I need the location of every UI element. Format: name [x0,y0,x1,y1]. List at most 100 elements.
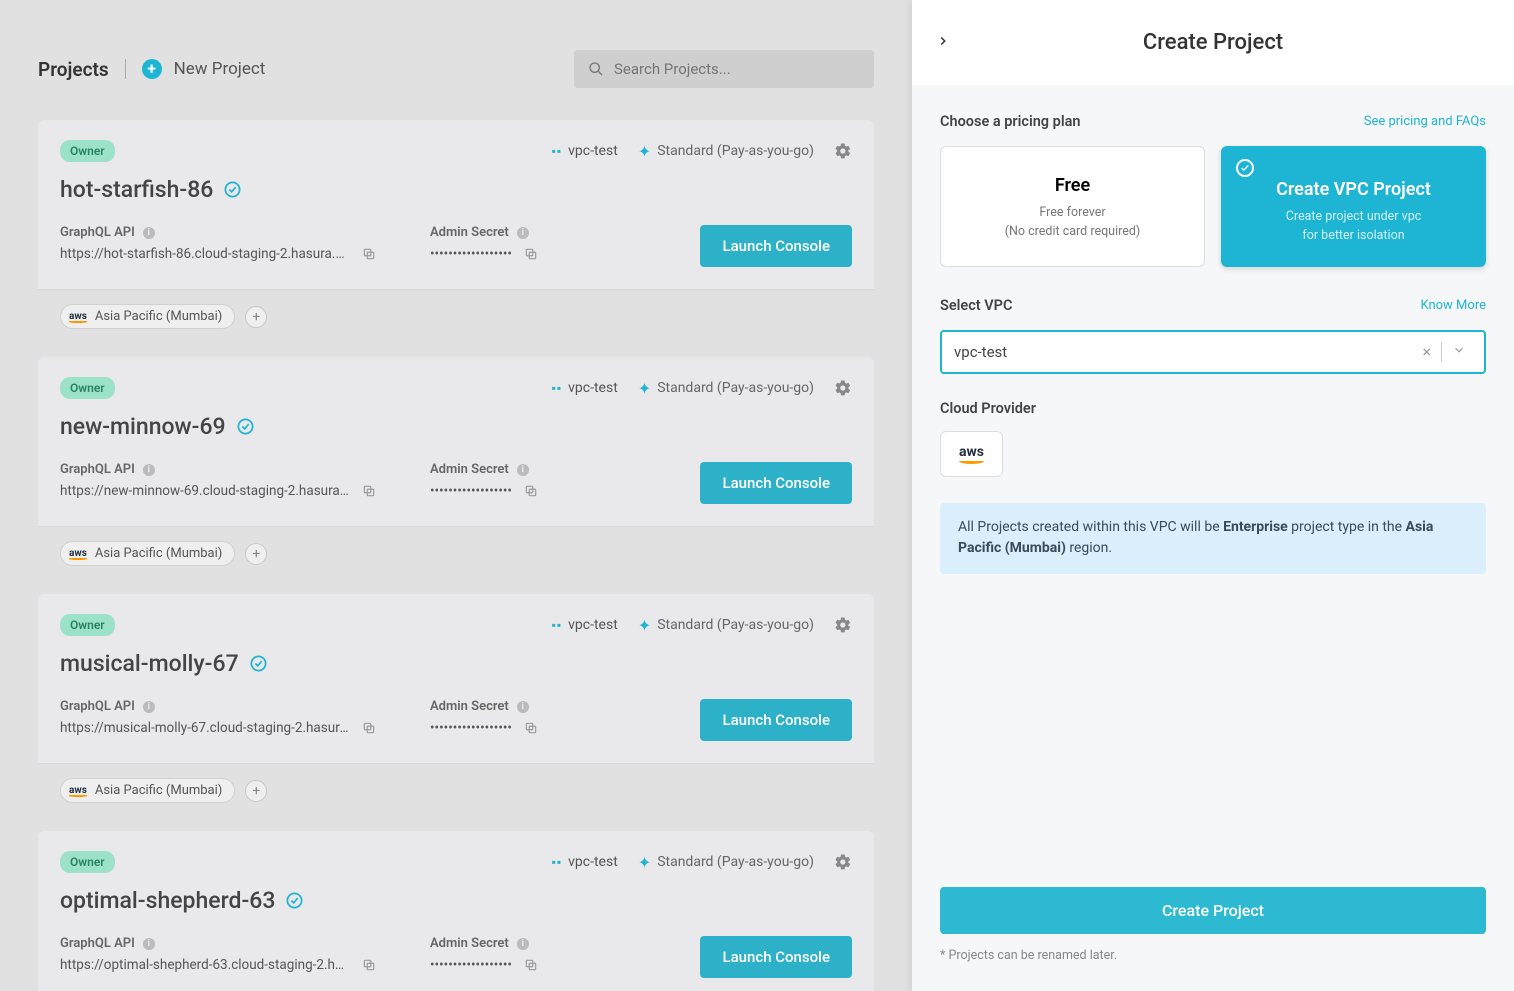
sparkle-icon: ✦ [638,142,651,161]
info-icon[interactable]: i [517,938,529,950]
add-region-button[interactable]: + [245,306,267,328]
project-card: Owner ▪▪vpc-test ✦Standard (Pay-as-you-g… [38,120,874,343]
copy-icon[interactable] [362,484,376,498]
launch-console-button[interactable]: Launch Console [700,225,852,267]
check-circle-icon [236,417,255,436]
secret-mask: •••••••••••••••••• [430,246,512,262]
vpc-section-row: Select VPC Know More [940,297,1486,314]
region-chip[interactable]: awsAsia Pacific (Mumbai) [60,778,235,803]
api-label: GraphQL APIi [60,225,400,240]
launch-console-button[interactable]: Launch Console [700,936,852,978]
search-input[interactable] [614,60,860,78]
back-button[interactable] [936,33,950,52]
plan-vpc-title: Create VPC Project [1234,179,1473,200]
info-icon[interactable]: i [143,938,155,950]
api-label: GraphQL APIi [60,936,400,951]
info-icon[interactable]: i [517,227,529,239]
info-icon[interactable]: i [517,701,529,713]
page-title: Projects [38,58,109,81]
plan-vpc[interactable]: Create VPC Project Create project under … [1221,146,1486,267]
add-region-button[interactable]: + [245,543,267,565]
launch-console-button[interactable]: Launch Console [700,462,852,504]
plan-tag: ✦Standard (Pay-as-you-go) [638,853,814,872]
owner-badge: Owner [60,377,115,399]
secret-mask: •••••••••••••••••• [430,483,512,499]
check-circle-icon [223,180,242,199]
gear-icon[interactable] [834,616,852,634]
owner-badge: Owner [60,614,115,636]
gear-icon[interactable] [834,142,852,160]
vpc-tag[interactable]: ▪▪vpc-test [552,617,618,633]
copy-icon[interactable] [524,721,538,735]
project-card: Owner ▪▪vpc-test ✦Standard (Pay-as-you-g… [38,831,874,991]
region-chip[interactable]: awsAsia Pacific (Mumbai) [60,304,235,329]
aws-icon: aws [69,311,87,323]
plan-tag: ✦Standard (Pay-as-you-go) [638,379,814,398]
aws-icon: aws [69,548,87,560]
divider [125,59,126,79]
provider-aws[interactable]: aws [940,431,1003,477]
owner-badge: Owner [60,851,115,873]
panel-body: Choose a pricing plan See pricing and FA… [912,85,1514,867]
project-name[interactable]: musical-molly-67 [60,650,239,677]
plan-free-sub1: Free forever [953,204,1192,223]
secret-mask: •••••••••••••••••• [430,957,512,973]
project-name[interactable]: new-minnow-69 [60,413,226,440]
info-icon[interactable]: i [143,464,155,476]
plus-icon: + [142,59,162,79]
plan-free[interactable]: Free Free forever (No credit card requir… [940,146,1205,267]
network-icon: ▪▪ [552,381,563,395]
gear-icon[interactable] [834,853,852,871]
sparkle-icon: ✦ [638,379,651,398]
info-icon[interactable]: i [517,464,529,476]
copy-icon[interactable] [524,247,538,261]
new-project-label: New Project [174,59,266,79]
vpc-tag[interactable]: ▪▪vpc-test [552,380,618,396]
owner-badge: Owner [60,140,115,162]
region-chip[interactable]: awsAsia Pacific (Mumbai) [60,541,235,566]
copy-icon[interactable] [362,247,376,261]
project-name[interactable]: optimal-shepherd-63 [60,887,275,914]
footer-note: * Projects can be renamed later. [940,948,1486,963]
panel-header: Create Project [912,0,1514,85]
copy-icon[interactable] [524,484,538,498]
project-name[interactable]: hot-starfish-86 [60,176,213,203]
api-label: GraphQL APIi [60,699,400,714]
plan-section-row: Choose a pricing plan See pricing and FA… [940,113,1486,130]
secret-mask: •••••••••••••••••• [430,720,512,736]
api-label: GraphQL APIi [60,462,400,477]
vpc-select-value: vpc-test [954,343,1412,361]
vpc-know-more-link[interactable]: Know More [1420,298,1486,313]
create-project-button[interactable]: Create Project [940,887,1486,934]
copy-icon[interactable] [362,958,376,972]
api-url: https://musical-molly-67.cloud-staging-2… [60,720,350,736]
vpc-select[interactable]: vpc-test × [940,330,1486,374]
plan-options: Free Free forever (No credit card requir… [940,146,1486,267]
project-card: Owner ▪▪vpc-test ✦Standard (Pay-as-you-g… [38,357,874,580]
search-box[interactable] [574,50,874,88]
chevron-down-icon[interactable] [1442,342,1472,361]
info-icon[interactable]: i [143,701,155,713]
gear-icon[interactable] [834,379,852,397]
search-icon [588,61,604,77]
provider-section-label: Cloud Provider [940,400,1486,417]
pricing-link[interactable]: See pricing and FAQs [1364,114,1486,129]
add-region-button[interactable]: + [245,780,267,802]
api-url: https://new-minnow-69.cloud-staging-2.ha… [60,483,350,499]
sparkle-icon: ✦ [638,616,651,635]
copy-icon[interactable] [524,958,538,972]
plan-vpc-sub2: for better isolation [1234,227,1473,246]
new-project-button[interactable]: + New Project [142,59,266,79]
vpc-tag[interactable]: ▪▪vpc-test [552,854,618,870]
network-icon: ▪▪ [552,144,563,158]
create-project-panel: Create Project Choose a pricing plan See… [912,0,1514,991]
copy-icon[interactable] [362,721,376,735]
plan-vpc-sub1: Create project under vpc [1234,208,1473,227]
vpc-notice: All Projects created within this VPC wil… [940,503,1486,574]
clear-icon[interactable]: × [1412,342,1441,361]
vpc-tag[interactable]: ▪▪vpc-test [552,143,618,159]
launch-console-button[interactable]: Launch Console [700,699,852,741]
secret-label: Admin Secreti [430,462,630,477]
info-icon[interactable]: i [143,227,155,239]
sparkle-icon: ✦ [638,853,651,872]
